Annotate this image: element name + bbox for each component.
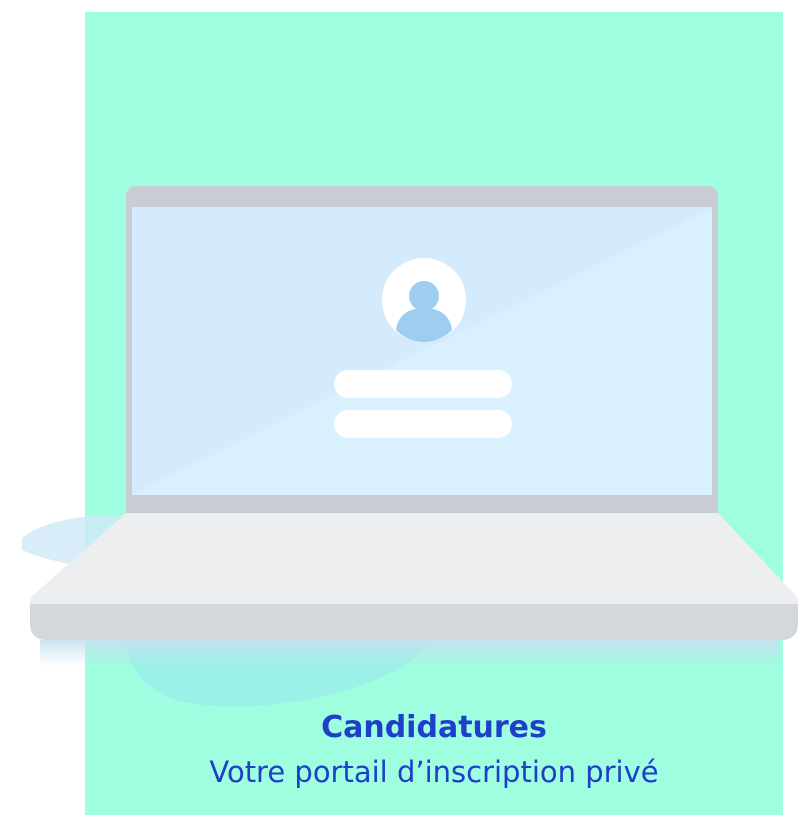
username-field[interactable]	[334, 370, 512, 398]
laptop-base-front	[30, 604, 798, 640]
card-subtitle: Votre portail d’inscription privé	[209, 755, 659, 789]
laptop-base-shadow	[40, 640, 780, 666]
user-avatar-icon	[382, 258, 466, 342]
page: Candidatures Votre portail d’inscription…	[0, 0, 801, 829]
card-title: Candidatures	[321, 710, 547, 745]
password-field[interactable]	[334, 410, 512, 438]
screen-bottom-bezel	[126, 495, 718, 513]
laptop-illustration	[22, 186, 798, 707]
